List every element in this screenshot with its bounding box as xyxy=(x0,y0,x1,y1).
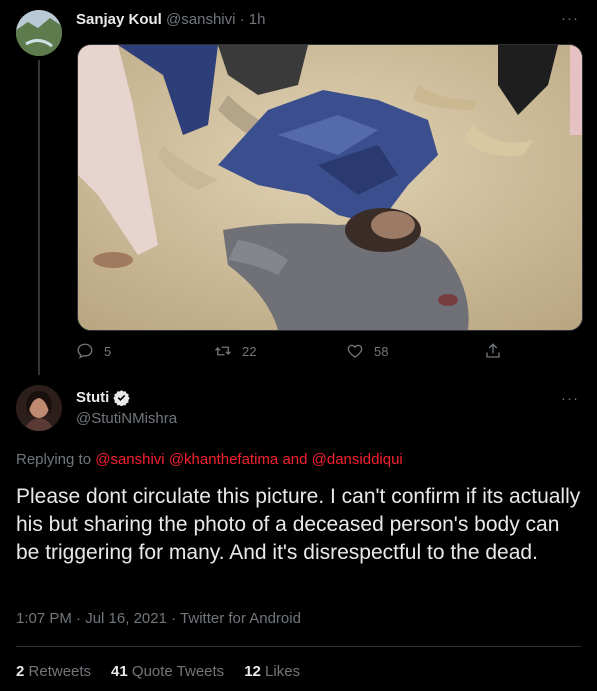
tweet-meta: 1:07 PM · Jul 16, 2021 · Twitter for And… xyxy=(16,610,301,627)
tweet-text: Please dont circulate this picture. I ca… xyxy=(16,485,581,564)
tweet-stats: 2 Retweets 41 Quote Tweets 12 Likes xyxy=(16,663,300,680)
reply-button[interactable]: 5 xyxy=(76,342,111,360)
mention-link[interactable]: @sanshivi xyxy=(95,451,164,468)
mention-link[interactable]: @dansiddiqui xyxy=(312,451,403,468)
more-icon[interactable]: ··· xyxy=(561,10,579,27)
avatar-sanjay[interactable] xyxy=(16,10,62,56)
tweet-date[interactable]: Jul 16, 2021 xyxy=(85,610,167,627)
photo-scene xyxy=(78,45,582,330)
replying-to: Replying to @sanshivi @khanthefatima and… xyxy=(16,451,403,468)
retweets-stat[interactable]: 2 Retweets xyxy=(16,663,91,680)
mention-link[interactable]: @khanthefatima xyxy=(169,451,278,468)
retweet-button[interactable]: 22 xyxy=(214,342,256,360)
verified-badge-icon xyxy=(113,390,131,406)
avatar-image xyxy=(16,385,62,431)
retweets-label: Retweets xyxy=(28,663,92,680)
quotes-label: Quote Tweets xyxy=(131,663,225,680)
reply-icon xyxy=(77,343,93,359)
separator-dot: · xyxy=(239,11,245,28)
author-handle[interactable]: @sanshivi xyxy=(166,11,235,28)
share-button[interactable] xyxy=(484,342,502,360)
author-name[interactable]: Sanjay Koul xyxy=(76,11,162,28)
replying-prefix: Replying to xyxy=(16,451,92,468)
like-count: 58 xyxy=(374,343,389,359)
avatar-stuti[interactable] xyxy=(16,385,62,431)
separator-dot: · xyxy=(171,610,181,627)
reply-count: 5 xyxy=(104,343,112,359)
tweet-source[interactable]: Twitter for Android xyxy=(180,610,301,627)
heart-icon xyxy=(347,344,363,358)
thread-line xyxy=(38,60,40,375)
tweet-time[interactable]: 1:07 PM xyxy=(16,610,72,627)
divider xyxy=(16,646,581,647)
author-name[interactable]: Stuti xyxy=(76,389,109,406)
tweet-time[interactable]: 1h xyxy=(249,11,266,28)
quotes-count: 41 xyxy=(111,663,128,680)
tweet1-actions: 5 22 58 xyxy=(76,342,506,362)
author-name-row: Stuti xyxy=(76,389,131,406)
likes-count: 12 xyxy=(244,663,261,680)
like-button[interactable]: 58 xyxy=(346,342,388,360)
retweets-count: 2 xyxy=(16,663,25,680)
quote-tweets-stat[interactable]: 41 Quote Tweets xyxy=(111,663,224,680)
retweet-count: 22 xyxy=(242,343,257,359)
tweet1-header: Sanjay Koul @sanshivi · 1h xyxy=(76,11,265,28)
tweet-photo[interactable] xyxy=(77,44,583,331)
retweet-icon xyxy=(215,346,231,356)
likes-label: Likes xyxy=(265,663,301,680)
separator-dot: · xyxy=(76,610,86,627)
share-icon xyxy=(486,343,500,358)
likes-stat[interactable]: 12 Likes xyxy=(244,663,300,680)
author-handle[interactable]: @StutiNMishra xyxy=(76,410,177,427)
replying-and: and xyxy=(282,451,308,468)
more-icon[interactable]: ··· xyxy=(561,390,579,407)
avatar-image xyxy=(16,10,62,56)
